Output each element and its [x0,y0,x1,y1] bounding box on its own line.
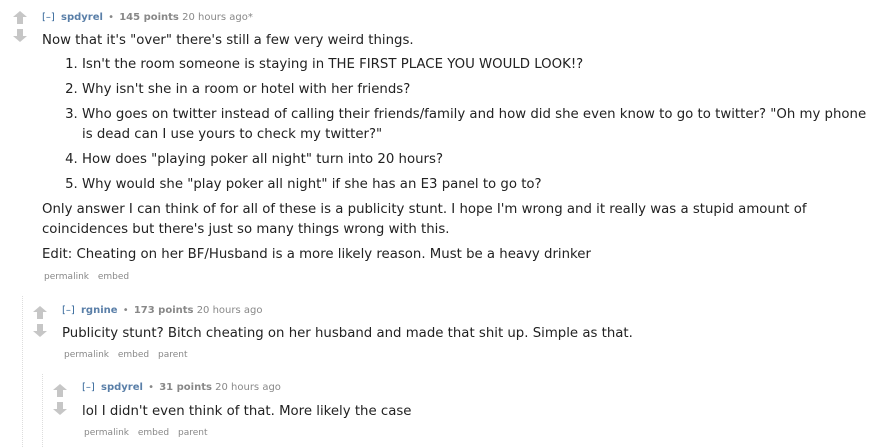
comment-time: 20 hours ago [196,305,263,316]
comment-buttons: permalink embed parent [64,350,194,360]
comment-intro: Now that it's "over" there's still a few… [42,33,414,48]
parent-button[interactable]: parent [158,350,188,360]
embed-button[interactable]: embed [98,272,129,282]
comment-list: Isn't the room someone is staying in THE… [42,55,872,195]
separator-dot: • [108,12,115,23]
list-item: How does "playing poker all night" turn … [82,150,872,170]
comment-time: 20 hours ago [215,382,281,393]
comment-author[interactable]: rgnine [81,305,118,316]
permalink-button[interactable]: permalink [44,272,89,282]
comment-tagline: [–] spdyrel • 31 points 20 hours ago [82,381,281,395]
upvote-arrow-icon[interactable] [53,384,67,397]
upvote-arrow-icon[interactable] [13,11,27,24]
downvote-arrow-icon[interactable] [33,324,47,337]
comment-time: 20 hours ago* [182,12,253,23]
vote-column [53,384,67,415]
list-item: Why isn't she in a room or hotel with he… [82,80,872,100]
comment-author[interactable]: spdyrel [101,382,143,393]
embed-button[interactable]: embed [118,350,149,360]
list-item: Why would she "play poker all night" if … [82,175,872,195]
separator-dot: • [122,305,129,316]
list-item: Isn't the room someone is staying in THE… [82,55,872,75]
collapse-toggle[interactable]: [–] [82,382,95,393]
comment-edit: Edit: Cheating on her BF/Husband is a mo… [42,247,591,262]
comment-body: Publicity stunt? Bitch cheating on her h… [62,326,633,341]
comment-score: 31 points [159,382,212,393]
downvote-arrow-icon[interactable] [13,29,27,42]
comment-outro: Only answer I can think of for all of th… [42,202,807,237]
comment-score: 145 points [119,12,179,23]
comment-body: lol I didn't even think of that. More li… [82,404,412,419]
collapse-toggle[interactable]: [–] [62,305,75,316]
comment-body: Now that it's "over" there's still a few… [42,31,872,265]
comment-tagline: [–] rgnine • 173 points 20 hours ago [62,304,262,318]
embed-button[interactable]: embed [138,428,169,438]
comment-buttons: permalink embed parent [84,428,214,438]
comment-buttons: permalink embed [44,272,135,282]
parent-button[interactable]: parent [178,428,208,438]
comment-tagline: [–] spdyrel • 145 points 20 hours ago* [42,11,253,25]
upvote-arrow-icon[interactable] [33,306,47,319]
separator-dot: • [148,382,155,393]
vote-column [13,11,27,42]
permalink-button[interactable]: permalink [84,428,129,438]
list-item: Who goes on twitter instead of calling t… [82,105,872,145]
vote-column [33,306,47,337]
collapse-toggle[interactable]: [–] [42,12,55,23]
permalink-button[interactable]: permalink [64,350,109,360]
comment-author[interactable]: spdyrel [61,12,103,23]
comment-score: 173 points [133,305,194,316]
downvote-arrow-icon[interactable] [53,402,67,415]
